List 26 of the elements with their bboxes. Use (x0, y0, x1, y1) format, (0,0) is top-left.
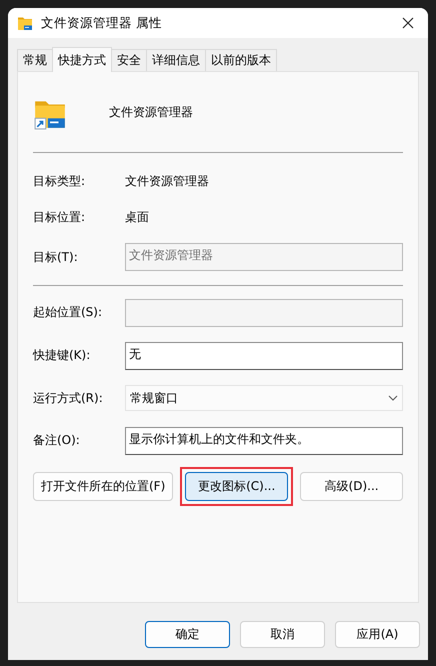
action-button[interactable]: 更改图标(C)... (185, 472, 288, 501)
tab[interactable]: 常规 (17, 49, 53, 71)
field-label: 目标(T): (33, 248, 79, 266)
property-value: 桌面 (125, 208, 149, 226)
field-label: 运行方式(R): (33, 390, 104, 406)
tab[interactable]: 以前的版本 (205, 49, 277, 71)
field-label: 起始位置(S): (33, 304, 104, 321)
field-label: 备注(O): (33, 432, 81, 449)
text-field[interactable]: 无 (125, 342, 403, 370)
action-button[interactable]: 打开文件所在的位置(F) (33, 472, 174, 501)
close-icon (402, 17, 414, 29)
field-label: 目标位置: (33, 208, 86, 226)
chevron-down-icon (388, 395, 398, 401)
property-value: 文件资源管理器 (125, 172, 209, 190)
dialog-button[interactable]: 取消 (240, 621, 325, 648)
field-label: 目标类型: (33, 172, 86, 190)
dropdown[interactable]: 常规窗口 (125, 385, 403, 411)
folder-icon (17, 15, 33, 31)
dialog-button[interactable]: 应用(A) (335, 621, 420, 648)
tab[interactable]: 快捷方式 (52, 47, 112, 72)
window-title: 文件资源管理器 属性 (41, 14, 163, 32)
text-field[interactable]: 显示你计算机上的文件和文件夹。 (125, 426, 403, 454)
shortcut-name: 文件资源管理器 (109, 104, 193, 121)
dialog-button[interactable]: 确定 (145, 621, 230, 648)
field-label: 快捷键(K): (33, 347, 92, 364)
action-button[interactable]: 高级(D)... (300, 472, 404, 501)
